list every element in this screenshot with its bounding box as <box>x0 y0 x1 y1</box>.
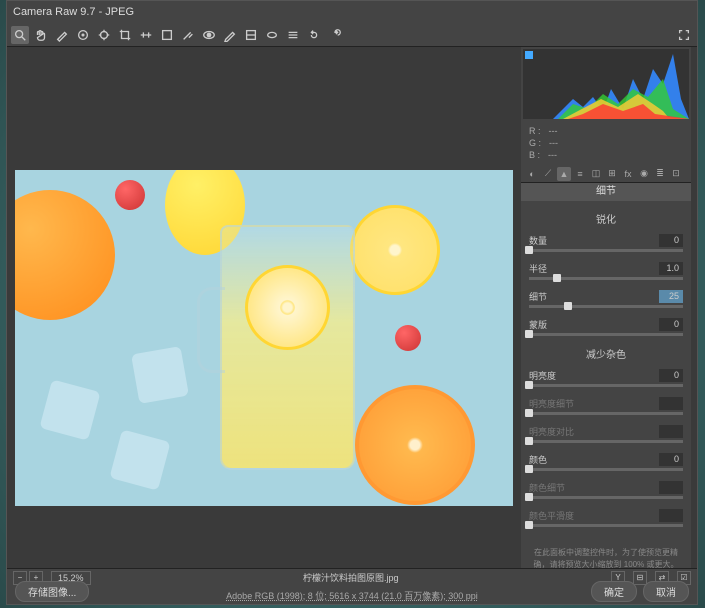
toolbar <box>7 23 697 47</box>
app-window: Camera Raw 9.7 - JPEG <box>6 0 698 605</box>
hand-tool-icon[interactable] <box>32 26 50 44</box>
zoom-tool-icon[interactable] <box>11 26 29 44</box>
transform-tool-icon[interactable] <box>158 26 176 44</box>
adjustment-brush-tool-icon[interactable] <box>221 26 239 44</box>
histogram[interactable] <box>523 49 689 119</box>
title-bar: Camera Raw 9.7 - JPEG <box>7 1 697 23</box>
save-image-button[interactable]: 存储图像... <box>15 581 89 602</box>
panel-hint: 在此面板中调整控件时，为了使预览更精确，请将预览大小缩放到 100% 或更大。 <box>529 547 683 568</box>
tab-basic-icon[interactable]: ◐ <box>525 167 539 181</box>
tab-split-icon[interactable]: ◫ <box>589 167 603 181</box>
preview-canvas[interactable] <box>13 53 515 562</box>
crop-tool-icon[interactable] <box>116 26 134 44</box>
slider-color-detail: 颜色细节 <box>529 481 683 499</box>
tab-detail-icon[interactable]: ▲ <box>557 167 571 181</box>
white-balance-tool-icon[interactable] <box>53 26 71 44</box>
section-sharpen: 锐化 <box>529 211 683 226</box>
tab-snapshots-icon[interactable]: ⊡ <box>669 167 683 181</box>
slider-luminance-contrast: 明亮度对比 <box>529 425 683 443</box>
straighten-tool-icon[interactable] <box>137 26 155 44</box>
rgb-readout: R : --- G : --- B : --- <box>521 121 691 165</box>
section-noise: 减少杂色 <box>529 346 683 361</box>
rotate-left-icon[interactable] <box>305 26 323 44</box>
tab-hsl-icon[interactable]: ≡ <box>573 167 587 181</box>
preview-pane <box>7 47 521 568</box>
tab-curve-icon[interactable]: ⟋ <box>541 167 555 181</box>
image-meta[interactable]: Adobe RGB (1998); 8 位; 5616 x 3744 (21.0… <box>226 589 478 602</box>
slider-amount[interactable]: 数量0 <box>529 234 683 252</box>
red-eye-tool-icon[interactable] <box>200 26 218 44</box>
panel-title: 细节 <box>521 183 691 201</box>
right-panel: R : --- G : --- B : --- ◐ ⟋ ▲ ≡ ◫ ⊞ fx ◉… <box>521 47 691 568</box>
title-text: Camera Raw 9.7 - JPEG <box>13 6 134 18</box>
radial-filter-tool-icon[interactable] <box>263 26 281 44</box>
preview-image <box>15 170 513 506</box>
preferences-icon[interactable] <box>284 26 302 44</box>
panel-tab-strip: ◐ ⟋ ▲ ≡ ◫ ⊞ fx ◉ ≣ ⊡ <box>521 165 691 183</box>
ok-button[interactable]: 确定 <box>591 581 637 602</box>
slider-detail[interactable]: 细节25 <box>529 290 683 308</box>
slider-color[interactable]: 颜色0 <box>529 453 683 471</box>
tab-camera-icon[interactable]: ◉ <box>637 167 651 181</box>
slider-luminance[interactable]: 明亮度0 <box>529 369 683 387</box>
tab-lens-icon[interactable]: ⊞ <box>605 167 619 181</box>
targeted-adjustment-tool-icon[interactable] <box>95 26 113 44</box>
footer-meta-bar: 存储图像... Adobe RGB (1998); 8 位; 5616 x 37… <box>7 586 697 604</box>
cancel-button[interactable]: 取消 <box>643 581 689 602</box>
fullscreen-icon[interactable] <box>675 26 693 44</box>
rotate-right-icon[interactable] <box>326 26 344 44</box>
graduated-filter-tool-icon[interactable] <box>242 26 260 44</box>
slider-radius[interactable]: 半径1.0 <box>529 262 683 280</box>
slider-color-smooth: 颜色平滑度 <box>529 509 683 527</box>
tab-presets-icon[interactable]: ≣ <box>653 167 667 181</box>
slider-mask[interactable]: 蒙版0 <box>529 318 683 336</box>
filename: 柠檬汁饮料拍图原图.jpg <box>99 571 603 584</box>
color-sampler-tool-icon[interactable] <box>74 26 92 44</box>
tab-fx-icon[interactable]: fx <box>621 167 635 181</box>
shadow-clip-icon[interactable] <box>525 51 533 59</box>
slider-luminance-detail: 明亮度细节 <box>529 397 683 415</box>
spot-removal-tool-icon[interactable] <box>179 26 197 44</box>
